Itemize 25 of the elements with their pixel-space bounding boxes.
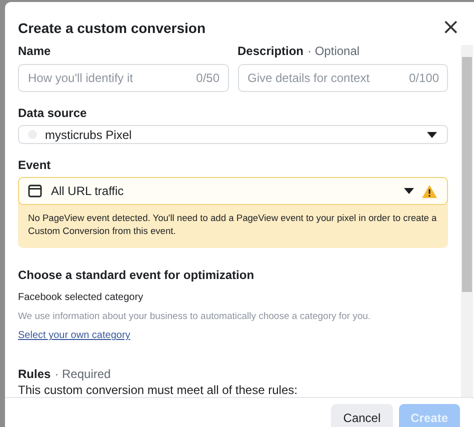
field-label: Description (238, 45, 304, 58)
required-note: · Required (54, 367, 111, 381)
character-count: 0/100 (408, 71, 439, 85)
close-button[interactable]: × (442, 17, 460, 39)
event-dropdown[interactable]: All URL traffic (18, 177, 448, 205)
scrollbar[interactable] (461, 45, 473, 397)
browser-window-icon (28, 184, 42, 198)
caret-icon (427, 132, 437, 138)
caret-icon (404, 188, 414, 194)
field-label: Rules (18, 367, 51, 381)
category-description: We use information about your business to automatically choose a category for you. (18, 311, 371, 322)
data-source-dropdown[interactable]: mysticrubs Pixel (18, 125, 448, 144)
warning-icon (422, 184, 437, 198)
rules-description: This custom conversion must meet all of these rules: (18, 383, 298, 397)
warning-message: No PageView event detected. You'll need to add a PageView event to your pixel in order to create a Custom Conversion from this event. (27, 212, 438, 238)
field-label: Event (18, 158, 51, 172)
select-category-link[interactable]: Select your own category (18, 330, 130, 341)
optional-note: · Optional (308, 45, 360, 58)
field-label: Data source (18, 106, 87, 120)
field-label: Name (18, 45, 51, 58)
section-heading: Choose a standard event for optimization (18, 268, 254, 282)
cancel-button[interactable]: Cancel (331, 404, 393, 427)
dialog-title: Create a custom conversion (18, 20, 206, 36)
category-label: Facebook selected category (18, 292, 144, 303)
character-count: 0/50 (196, 71, 220, 85)
